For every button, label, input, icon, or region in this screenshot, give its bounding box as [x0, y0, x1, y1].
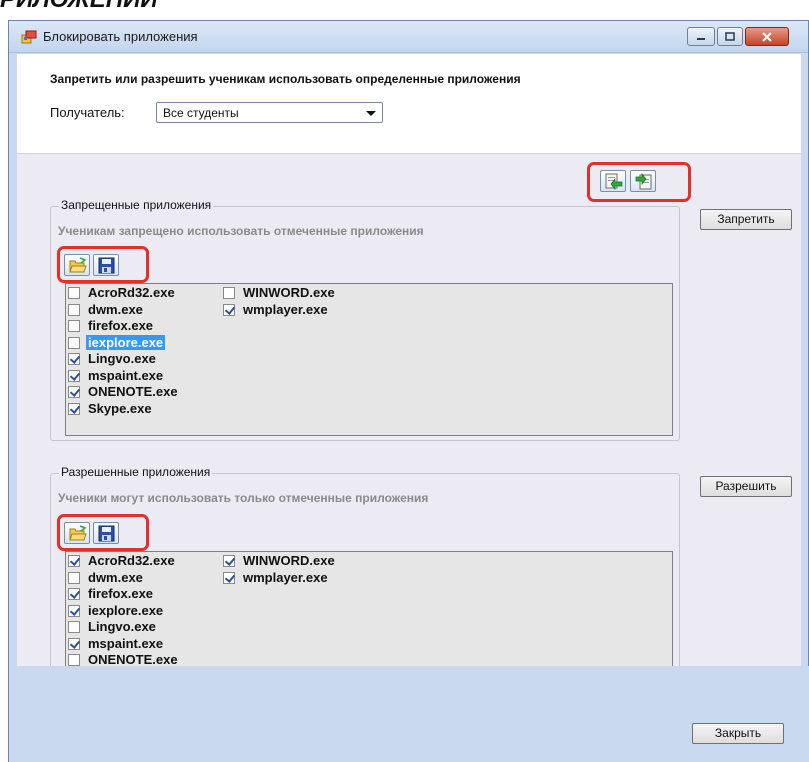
allowed-group-legend: Разрешенные приложения [59, 465, 213, 479]
item-label: iexplore.exe [88, 602, 164, 618]
open-folder-icon [69, 257, 87, 273]
minimize-button[interactable] [687, 27, 715, 46]
item-checkbox[interactable] [68, 320, 80, 332]
item-checkbox[interactable] [223, 303, 235, 316]
item-label: Skype.exe [88, 400, 152, 416]
item-label: WINWORD.exe [243, 553, 335, 568]
item-checkbox[interactable] [68, 336, 80, 349]
close-icon [746, 28, 788, 45]
item-checkbox[interactable] [68, 287, 80, 299]
item-label: firefox.exe [88, 586, 154, 601]
item-label: WINWORD.exe [243, 285, 335, 300]
item-label: ONENOTE.exe [88, 384, 178, 399]
item-label: dwm.exe [88, 569, 143, 585]
item-checkbox[interactable] [68, 571, 80, 584]
dialog-header: Запретить или разрешить ученикам использ… [17, 54, 801, 154]
item-label: wmplayer.exe [243, 301, 328, 317]
recipient-value: Все студенты [163, 106, 239, 120]
item-checkbox[interactable] [68, 637, 80, 650]
item-checkbox[interactable] [68, 555, 80, 567]
item-label: dwm.exe [88, 301, 143, 317]
item-label: AcroRd32.exe [88, 285, 175, 300]
page-top-caption: РИЛОЖЕНИИ [0, 0, 420, 10]
export-button[interactable] [630, 170, 656, 192]
item-label: AcroRd32.exe [88, 553, 175, 568]
block-apps-window: Блокировать приложения Запретить или раз… [8, 20, 809, 762]
recipient-label: Получатель: [50, 105, 125, 120]
maximize-icon [718, 28, 742, 45]
window-title: Блокировать приложения [43, 29, 198, 44]
blocked-save-button[interactable] [93, 254, 119, 276]
item-checkbox[interactable] [68, 654, 80, 666]
close-button[interactable]: Закрыть [692, 723, 784, 744]
import-icon [605, 173, 623, 190]
blocked-group-legend: Запрещенные приложения [59, 198, 214, 212]
item-checkbox[interactable] [223, 571, 235, 584]
item-label: Lingvo.exe [88, 619, 156, 634]
blocked-description: Ученикам запрещено использовать отмеченн… [58, 224, 424, 238]
item-checkbox[interactable] [68, 588, 80, 600]
chevron-down-icon [366, 111, 376, 116]
item-label: wmplayer.exe [243, 569, 328, 585]
item-label: iexplore.exe [86, 334, 166, 350]
item-checkbox[interactable] [68, 621, 80, 633]
dialog-footer: Закрыть [9, 666, 809, 762]
item-checkbox[interactable] [68, 604, 80, 617]
maximize-button[interactable] [717, 27, 743, 46]
minimize-icon [688, 28, 714, 45]
allowed-save-button[interactable] [93, 522, 119, 544]
blocked-open-button[interactable] [64, 254, 90, 276]
item-label: mspaint.exe [88, 635, 164, 651]
title-bar[interactable]: Блокировать приложения [9, 21, 808, 53]
export-icon [635, 173, 652, 190]
allow-button[interactable]: Разрешить [700, 476, 792, 497]
item-checkbox[interactable] [68, 402, 80, 415]
item-label: firefox.exe [88, 318, 154, 333]
item-label: mspaint.exe [88, 367, 164, 383]
recipient-select[interactable]: Все студенты [156, 102, 383, 123]
close-window-button[interactable] [745, 27, 789, 46]
block-button[interactable]: Запретить [700, 209, 792, 230]
item-checkbox[interactable] [68, 369, 80, 382]
item-label: Lingvo.exe [88, 351, 156, 366]
item-checkbox[interactable] [223, 555, 235, 567]
import-button[interactable] [600, 170, 626, 192]
app-icon [21, 30, 37, 44]
allowed-description: Ученики могут использовать только отмече… [58, 491, 429, 505]
dialog-content: Запретить или разрешить ученикам использ… [17, 54, 801, 705]
item-checkbox[interactable] [223, 287, 235, 299]
blocked-apps-list[interactable]: AcroRd32.exe dwm.exe firefox.exe iexplore.e… [65, 283, 673, 436]
header-title: Запретить или разрешить ученикам использ… [50, 72, 521, 86]
item-label: ONENOTE.exe [88, 652, 178, 667]
allowed-open-button[interactable] [64, 522, 90, 544]
save-icon [98, 525, 115, 542]
save-icon [98, 257, 115, 274]
item-checkbox[interactable] [68, 386, 80, 398]
item-checkbox[interactable] [68, 353, 80, 365]
open-folder-icon [69, 525, 87, 541]
item-checkbox[interactable] [68, 303, 80, 316]
